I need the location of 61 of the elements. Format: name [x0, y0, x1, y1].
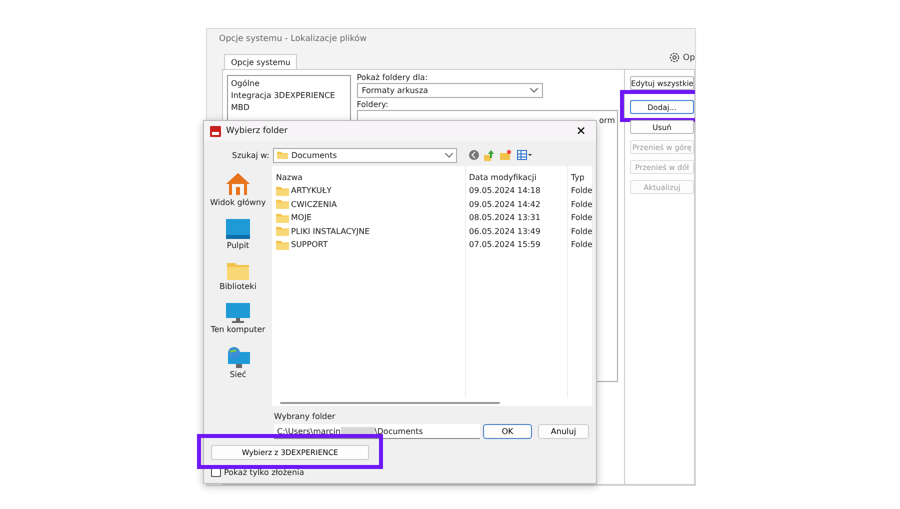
show-folders-dropdown[interactable]: Formaty arkusza	[356, 83, 543, 98]
cancel-button[interactable]: Anuluj	[538, 424, 589, 439]
house-icon	[224, 172, 251, 196]
table-cell[interactable]: PLIKI INSTALACYJNE	[272, 226, 465, 236]
place-label[interactable]: Sieć	[230, 370, 246, 379]
folder-icon	[276, 212, 289, 223]
look-in-label: Szukaj w:	[232, 150, 270, 160]
table-cell-text: Folde	[570, 186, 592, 196]
app-logo-icon	[210, 126, 221, 136]
folder-icon	[226, 262, 249, 280]
table-cell-text: 08.05.2024 13:31	[468, 213, 542, 222]
gear-icon[interactable]	[668, 52, 680, 63]
table-cell[interactable]: ARTYKUŁY	[272, 186, 465, 196]
chevron-down-icon	[530, 88, 538, 93]
look-in-dropdown[interactable]: Documents	[273, 148, 458, 162]
desktop-icon	[226, 219, 250, 239]
close-button[interactable]: ✕	[572, 124, 590, 138]
folders-label: Foldery:	[356, 100, 390, 109]
ok-button[interactable]: OK	[483, 424, 532, 439]
checkbox-label: Pokaż tylko złożenia	[224, 468, 304, 476]
place-label[interactable]: Widok główny	[210, 198, 266, 207]
window-title: Opcje systemu - Lokalizacje plików	[218, 33, 368, 46]
table-cell-text: 06.05.2024 13:49	[468, 226, 542, 236]
folder-icon	[276, 199, 289, 210]
category-item[interactable]: MBD	[231, 102, 347, 114]
place-label[interactable]: Ten komputer	[210, 325, 266, 334]
show-folders-label: Pokaż foldery dla:	[356, 73, 429, 82]
selected-folder-label: Wybrany folder	[274, 412, 336, 421]
monitor-icon	[226, 303, 250, 323]
column-header[interactable]: Data modyfikacji	[465, 173, 567, 184]
network-globe-icon	[226, 346, 250, 368]
table-cell[interactable]: MOJE	[272, 212, 465, 223]
table-cell-text: 09.05.2024 14:18	[468, 186, 542, 196]
chevron-down-icon	[445, 152, 454, 158]
up-folder-icon[interactable]	[484, 150, 496, 160]
table-cell[interactable]: SUPPORT	[272, 240, 465, 250]
back-icon[interactable]	[469, 150, 480, 160]
tab[interactable]: Opcje systemu	[224, 54, 298, 69]
category-item[interactable]: Ogólne	[231, 78, 347, 90]
place-label[interactable]: Biblioteki	[219, 282, 257, 291]
new-folder-icon[interactable]	[500, 150, 512, 160]
place-label[interactable]: Pulpit	[226, 241, 250, 250]
column-header[interactable]: Nazwa	[272, 173, 465, 184]
folder-icon	[276, 226, 289, 236]
folder-path[interactable]: orm	[599, 116, 615, 376]
folder-icon	[276, 186, 289, 196]
dialog-title: Wybierz folder	[226, 126, 288, 136]
view-menu-icon[interactable]	[517, 150, 532, 160]
category-item[interactable]: Integracja 3DEXPERIENCE	[231, 90, 347, 102]
folder-icon	[277, 150, 288, 160]
table-cell-text: 07.05.2024 15:59	[468, 240, 542, 250]
column-header[interactable]: Typ	[567, 173, 592, 184]
folder-icon	[276, 240, 289, 250]
table-cell-text: Folde	[570, 240, 592, 250]
table-cell-text: Folde	[570, 200, 592, 209]
table-cell-text: Folde	[570, 213, 592, 222]
options-button-label[interactable]: Op	[682, 52, 695, 62]
table-cell-text: 09.05.2024 14:42	[468, 200, 542, 209]
table-cell-text: Folde	[570, 226, 592, 236]
table-cell[interactable]: CWICZENIA	[272, 199, 465, 210]
scrollbar-thumb[interactable]	[280, 402, 500, 404]
